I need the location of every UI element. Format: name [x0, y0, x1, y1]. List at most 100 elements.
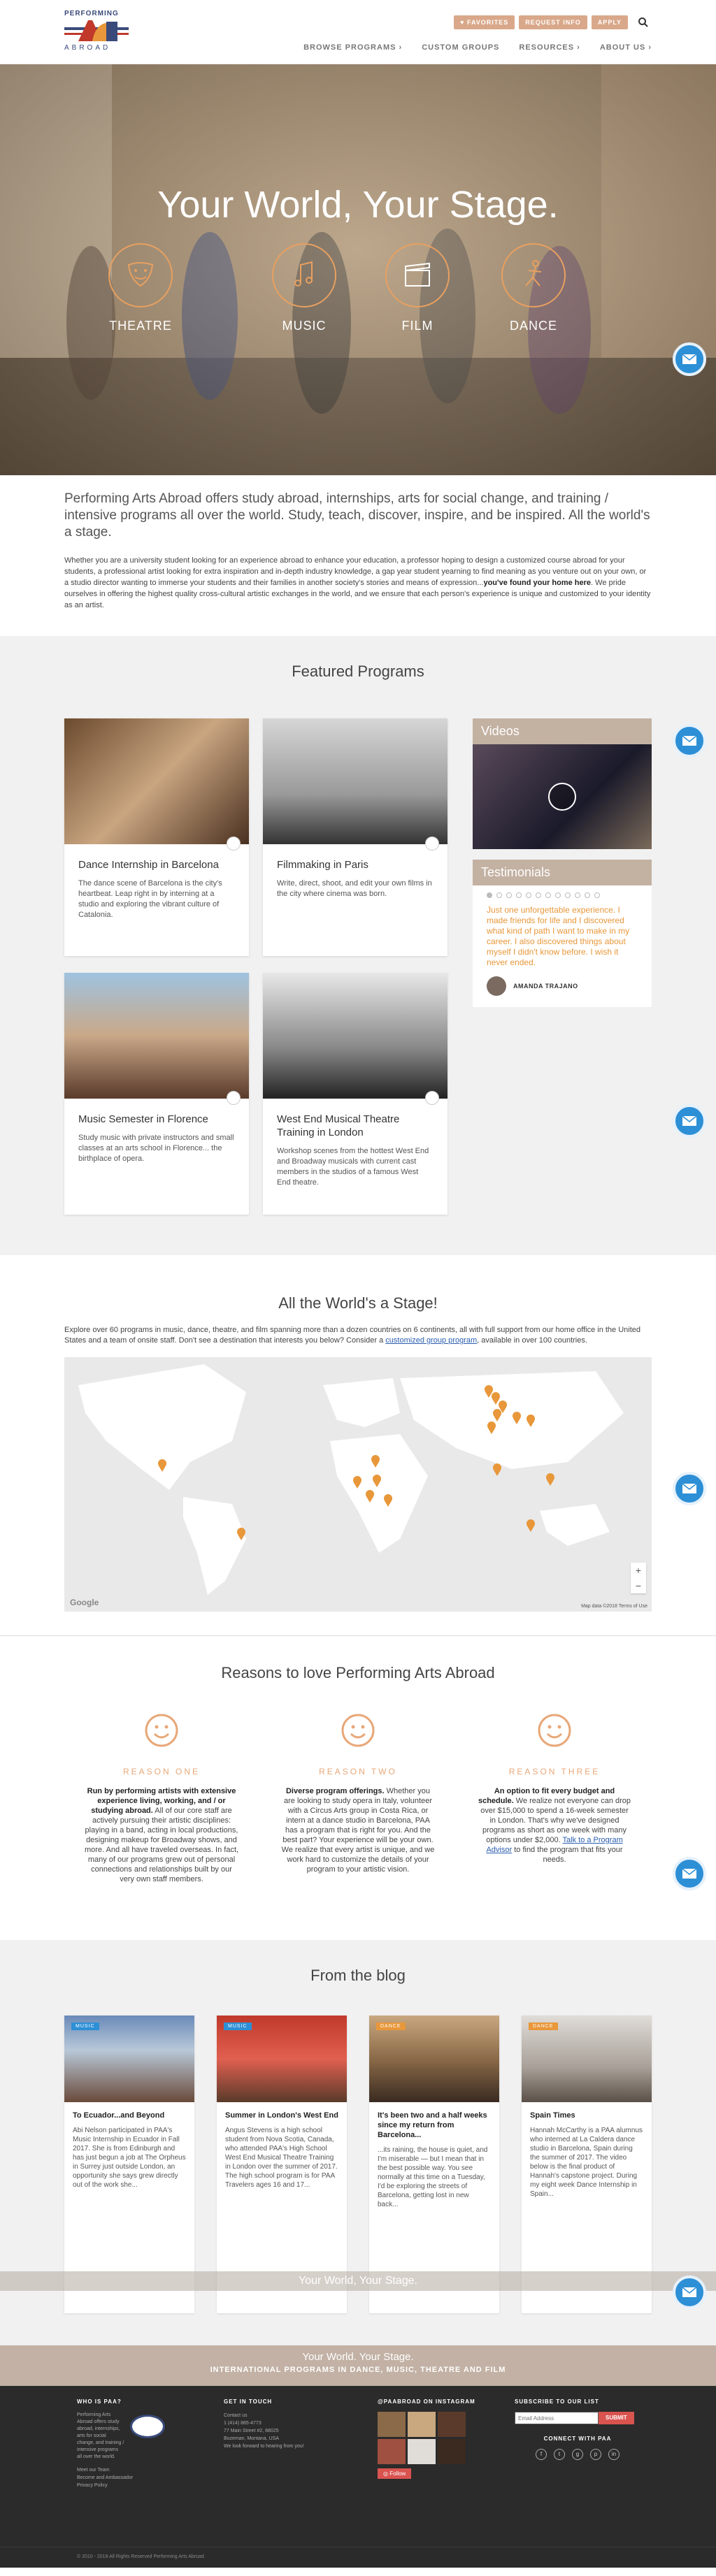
- map-pin-icon[interactable]: [545, 1473, 555, 1486]
- map-pin-icon[interactable]: [512, 1412, 522, 1424]
- map-title: All the World's a Stage!: [278, 1294, 438, 1312]
- blog-card[interactable]: MUSIC To Ecuador...and Beyond Abi Nelson…: [64, 2016, 194, 2313]
- request-info-button[interactable]: REQUEST INFO: [519, 15, 587, 29]
- discipline-theatre[interactable]: THEATRE: [102, 243, 179, 333]
- map-pin-icon[interactable]: [352, 1476, 362, 1489]
- discipline-music[interactable]: MUSIC: [266, 243, 343, 333]
- instagram-photo[interactable]: [378, 2412, 406, 2437]
- discipline-dance[interactable]: DANCE: [495, 243, 572, 333]
- map-pin-icon[interactable]: [372, 1475, 382, 1487]
- mail-icon[interactable]: [673, 2275, 706, 2309]
- nav-custom-groups[interactable]: CUSTOM GROUPS: [422, 43, 499, 52]
- blog-title-text: It's been two and a half weeks since my …: [378, 2111, 487, 2139]
- linkedin-icon[interactable]: in: [608, 2449, 620, 2460]
- google-logo: Google: [70, 1598, 99, 1607]
- blog-card[interactable]: MUSIC Summer in London's West End Angus …: [217, 2016, 347, 2313]
- discipline-film[interactable]: FILM: [379, 243, 456, 333]
- facebook-icon[interactable]: f: [536, 2449, 547, 2460]
- carousel-dot[interactable]: [496, 892, 502, 898]
- world-map[interactable]: + − Google Map data ©2018 Terms of Use: [64, 1357, 652, 1612]
- favorite-heart-icon[interactable]: [425, 837, 439, 851]
- mail-icon[interactable]: [673, 342, 706, 376]
- favorite-heart-icon[interactable]: [425, 1091, 439, 1105]
- testimonial-quote: Just one unforgettable experience. I mad…: [487, 905, 630, 967]
- program-card[interactable]: Filmmaking in Paris Write, direct, shoot…: [263, 718, 448, 956]
- google-plus-icon[interactable]: g: [572, 2449, 583, 2460]
- map-pin-icon[interactable]: [526, 1519, 536, 1532]
- zoom-out-button[interactable]: −: [631, 1578, 646, 1593]
- map-pin-icon[interactable]: [492, 1409, 502, 1421]
- carousel-dot[interactable]: [565, 892, 571, 898]
- map-pin-icon[interactable]: [492, 1463, 502, 1476]
- favorite-heart-icon[interactable]: [227, 837, 241, 851]
- carousel-dot[interactable]: [516, 892, 522, 898]
- mail-icon[interactable]: [673, 1472, 706, 1505]
- program-card[interactable]: West End Musical Theatre Training in Lon…: [263, 973, 448, 1215]
- carousel-dot[interactable]: [555, 892, 561, 898]
- play-icon[interactable]: [548, 783, 576, 811]
- search-icon[interactable]: [638, 17, 649, 28]
- mail-icon[interactable]: [673, 724, 706, 758]
- nav-browse-programs[interactable]: BROWSE PROGRAMS ›: [303, 43, 402, 52]
- instagram-photo[interactable]: [408, 2439, 436, 2464]
- blog-tag[interactable]: DANCE: [529, 2023, 558, 2030]
- carousel-dot[interactable]: [575, 892, 580, 898]
- carousel-dot[interactable]: [536, 892, 541, 898]
- logo[interactable]: PERFORMING ABROAD: [64, 10, 129, 53]
- map-pin-icon[interactable]: [157, 1459, 167, 1472]
- carousel-dot[interactable]: [526, 892, 531, 898]
- contact-phone[interactable]: 1 (414) 885-4773: [224, 2419, 308, 2427]
- zoom-in-button[interactable]: +: [631, 1563, 646, 1578]
- carousel-dot[interactable]: [545, 892, 551, 898]
- instagram-photo[interactable]: [438, 2439, 466, 2464]
- reason-three: REASON THREE An option to fit every budg…: [477, 1713, 632, 1865]
- smiley-icon: [145, 1714, 178, 1747]
- map-pin-icon[interactable]: [371, 1455, 380, 1468]
- blog-title-text: Spain Times: [530, 2111, 575, 2120]
- carousel-dot[interactable]: [487, 892, 492, 898]
- apply-button[interactable]: APPLY: [591, 15, 628, 29]
- nav-about-us[interactable]: ABOUT US ›: [600, 43, 652, 52]
- footer-instagram-heading: @PAABROAD ON INSTAGRAM: [378, 2398, 475, 2405]
- blog-tag[interactable]: DANCE: [376, 2023, 406, 2030]
- blog-tag[interactable]: MUSIC: [224, 2023, 252, 2030]
- contact-link[interactable]: Contact us: [224, 2412, 308, 2419]
- map-pin-icon[interactable]: [526, 1414, 536, 1427]
- video-player[interactable]: [473, 744, 652, 849]
- discipline-theatre-label: THEATRE: [109, 319, 172, 333]
- footer-link[interactable]: Meet our Team: [77, 2466, 168, 2474]
- carousel-dot[interactable]: [585, 892, 590, 898]
- nav-resources[interactable]: RESOURCES ›: [519, 43, 580, 52]
- submit-button[interactable]: SUBMIT: [599, 2412, 634, 2424]
- social-links: f t g p in: [515, 2449, 640, 2460]
- mail-icon[interactable]: [673, 1857, 706, 1890]
- blog-tag[interactable]: MUSIC: [71, 2023, 99, 2030]
- custom-group-link[interactable]: customized group program: [385, 1336, 477, 1345]
- map-attribution[interactable]: Map data ©2018 Terms of Use: [581, 1604, 647, 1609]
- nav-about-us-label: ABOUT US: [599, 43, 646, 52]
- instagram-photo[interactable]: [438, 2412, 466, 2437]
- footer-link[interactable]: Become and Ambassador: [77, 2474, 168, 2482]
- mail-icon[interactable]: [673, 1104, 706, 1138]
- blog-card[interactable]: DANCE Spain Times Hannah McCarthy is a P…: [522, 2016, 652, 2313]
- carousel-dot[interactable]: [506, 892, 512, 898]
- footer-connect-heading: CONNECT WITH PAA: [543, 2436, 612, 2442]
- favorite-heart-icon[interactable]: [227, 1091, 241, 1105]
- program-card[interactable]: Music Semester in Florence Study music w…: [64, 973, 249, 1215]
- featured-programs-section: Featured Programs Dance Internship in Ba…: [0, 636, 716, 1255]
- favorites-button[interactable]: ♥ FAVORITES: [454, 15, 515, 29]
- map-pin-icon[interactable]: [236, 1528, 246, 1540]
- instagram-photo[interactable]: [408, 2412, 436, 2437]
- blog-card[interactable]: DANCE It's been two and a half weeks sin…: [369, 2016, 499, 2313]
- twitter-icon[interactable]: t: [554, 2449, 565, 2460]
- instagram-photo[interactable]: [378, 2439, 406, 2464]
- instagram-follow-button[interactable]: ◎ Follow: [378, 2468, 412, 2479]
- carousel-dot[interactable]: [594, 892, 600, 898]
- footer-link[interactable]: Privacy Policy: [77, 2482, 168, 2489]
- map-pin-icon[interactable]: [487, 1421, 496, 1434]
- email-field[interactable]: [515, 2412, 599, 2424]
- pinterest-icon[interactable]: p: [590, 2449, 601, 2460]
- map-pin-icon[interactable]: [365, 1490, 375, 1503]
- program-card[interactable]: Dance Internship in Barcelona The dance …: [64, 718, 249, 956]
- map-pin-icon[interactable]: [383, 1494, 393, 1507]
